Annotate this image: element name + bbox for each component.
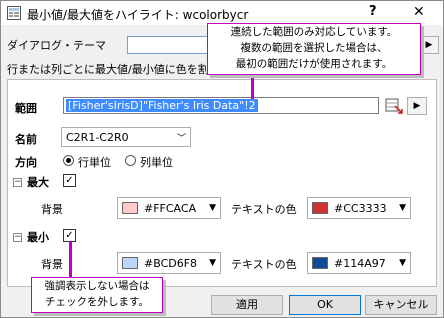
theme-arrow-button[interactable]: ▶	[419, 36, 439, 54]
dialog-window: 最小値/最大値をハイライト: wcolorbycr ? ✕ ダイアログ・テーマ …	[0, 0, 444, 318]
min-text-label: テキストの色	[231, 258, 297, 271]
help-button[interactable]: ?	[369, 4, 377, 19]
max-text-color-select[interactable]: #CC3333 ▼	[307, 197, 411, 219]
max-bg-color-select[interactable]: #FFCACA ▼	[117, 197, 221, 219]
min-text-value: #114A97	[334, 257, 386, 270]
range-label: 範囲	[15, 102, 37, 115]
min-text-swatch	[312, 257, 328, 269]
max-label: 最大	[27, 176, 49, 189]
min-bg-color-select[interactable]: #BCD6F8 ▼	[117, 252, 221, 274]
radio-row[interactable]	[63, 155, 74, 166]
description-text: 行または列ごとに最大値/最小値に色を割	[7, 63, 209, 76]
callout-top-line2: 複数の範囲を選択した場合は、	[240, 42, 388, 54]
app-icon	[7, 6, 21, 20]
max-text-label: テキストの色	[231, 203, 297, 216]
radio-column-label: 列単位	[140, 156, 173, 169]
ok-button[interactable]: OK	[289, 295, 361, 315]
cancel-button[interactable]: キャンセル	[365, 295, 437, 315]
range-value: [Fisher'sIrisD]"Fisher's Iris Data"!2	[66, 99, 258, 112]
max-bg-label: 背景	[41, 203, 63, 216]
chevron-down-icon: ﹀	[176, 134, 186, 144]
min-text-color-select[interactable]: #114A97 ▼	[307, 252, 411, 274]
callout-top: 連続した範囲のみ対応しています。 複数の範囲を選択した場合は、 最初の範囲だけが…	[207, 23, 421, 75]
max-bg-value: #FFCACA	[144, 202, 197, 215]
window-title: 最小値/最大値をハイライト: wcolorbycr	[27, 8, 249, 22]
max-text-swatch	[312, 202, 328, 214]
apply-button[interactable]: 適用	[211, 295, 283, 315]
radio-column[interactable]	[125, 155, 136, 166]
min-label: 最小	[27, 231, 49, 244]
callout-top-line1: 連続した範囲のみ対応しています。	[230, 26, 398, 38]
max-bg-swatch	[122, 202, 138, 214]
callout-top-pointer	[251, 73, 254, 99]
callout-top-line3: 最初の範囲だけが使用されます。	[235, 58, 393, 70]
chevron-down-icon: ▼	[209, 203, 216, 213]
max-checkbox[interactable]: ✓	[63, 174, 76, 187]
name-value: C2R1-C2R0	[66, 131, 129, 144]
callout-bottom-line2: チェックを外します。	[45, 296, 149, 308]
chevron-down-icon: ▼	[399, 258, 406, 268]
range-input[interactable]: [Fisher'sIrisD]"Fisher's Iris Data"!2	[63, 97, 379, 114]
title-bar: 最小値/最大値をハイライト: wcolorbycr ? ✕	[1, 1, 443, 25]
callout-bottom-line1: 強調表示しない場合は	[44, 280, 150, 292]
theme-label: ダイアログ・テーマ	[7, 39, 106, 52]
close-button[interactable]: ✕	[413, 4, 425, 20]
name-select[interactable]: C2R1-C2R0 ﹀	[61, 127, 191, 147]
min-bg-label: 背景	[41, 258, 63, 271]
callout-bottom-pointer	[69, 241, 72, 277]
chevron-down-icon: ▼	[209, 258, 216, 268]
name-label: 名前	[15, 133, 37, 146]
range-arrow-button[interactable]: ▶	[407, 97, 427, 115]
direction-label: 方向	[15, 156, 37, 169]
range-select-icon[interactable]	[385, 98, 403, 114]
callout-bottom: 強調表示しない場合は チェックを外します。	[31, 277, 163, 313]
max-text-value: #CC3333	[334, 202, 387, 215]
max-collapse-icon[interactable]: −	[13, 178, 22, 187]
chevron-down-icon: ▼	[399, 203, 406, 213]
min-bg-value: #BCD6F8	[144, 257, 198, 270]
min-bg-swatch	[122, 257, 138, 269]
min-collapse-icon[interactable]: −	[13, 233, 22, 242]
radio-row-label: 行単位	[78, 156, 111, 169]
